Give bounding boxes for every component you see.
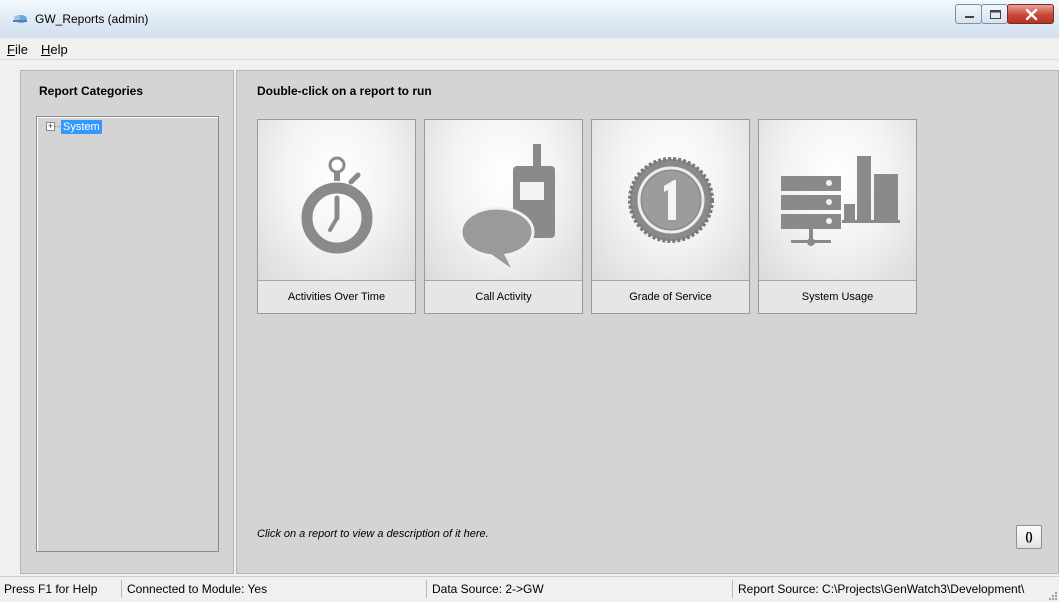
menu-file[interactable]: File bbox=[7, 42, 28, 57]
status-divider bbox=[732, 580, 733, 598]
report-card-label: Activities Over Time bbox=[258, 281, 415, 313]
report-card-image bbox=[425, 120, 582, 281]
title-bar: GW_Reports (admin) bbox=[0, 0, 1059, 39]
status-divider bbox=[426, 580, 427, 598]
status-data-source: Data Source: 2->GW bbox=[432, 582, 544, 596]
stopwatch-icon bbox=[301, 156, 373, 254]
resize-grip-icon[interactable] bbox=[1047, 590, 1057, 600]
menu-bar: File Help bbox=[0, 38, 1059, 60]
status-report-source: Report Source: C:\Projects\GenWatch3\Dev… bbox=[738, 582, 1025, 596]
server-chart-icon bbox=[781, 156, 900, 246]
tree-item-system[interactable]: System bbox=[61, 120, 102, 134]
menu-help[interactable]: Help bbox=[41, 42, 68, 57]
report-card-grade-of-service[interactable]: Grade of Service bbox=[591, 119, 750, 314]
status-divider bbox=[121, 580, 122, 598]
report-description: Click on a report to view a description … bbox=[257, 528, 489, 540]
status-help: Press F1 for Help bbox=[4, 582, 98, 596]
refresh-button[interactable]: () bbox=[1016, 525, 1042, 549]
radio-chat-icon bbox=[459, 144, 555, 268]
report-card-image bbox=[759, 120, 916, 281]
close-icon bbox=[1025, 8, 1038, 21]
window-title: GW_Reports (admin) bbox=[35, 12, 149, 26]
report-card-label: System Usage bbox=[759, 281, 916, 313]
report-card-system-usage[interactable]: System Usage bbox=[758, 119, 917, 314]
maximize-button[interactable] bbox=[981, 4, 1008, 24]
minimize-icon bbox=[965, 16, 974, 18]
report-card-label: Call Activity bbox=[425, 281, 582, 313]
menu-help-label: elp bbox=[50, 42, 68, 57]
report-card-label: Grade of Service bbox=[592, 281, 749, 313]
menu-file-accel: F bbox=[7, 42, 15, 57]
instruction-text: Double-click on a report to run bbox=[257, 84, 432, 98]
maximize-icon bbox=[990, 10, 1001, 19]
minimize-button[interactable] bbox=[955, 4, 982, 24]
status-bar: Press F1 for Help Connected to Module: Y… bbox=[0, 576, 1059, 602]
tree-expand-icon[interactable]: + bbox=[46, 122, 55, 131]
report-card-image bbox=[258, 120, 415, 281]
close-button[interactable] bbox=[1007, 4, 1054, 24]
report-card-call-activity[interactable]: Call Activity bbox=[424, 119, 583, 314]
menu-help-accel: H bbox=[41, 42, 51, 57]
report-card-activities-over-time[interactable]: Activities Over Time bbox=[257, 119, 416, 314]
report-card-image bbox=[592, 120, 749, 281]
category-tree[interactable] bbox=[36, 116, 219, 552]
report-categories-title: Report Categories bbox=[39, 84, 144, 98]
app-icon bbox=[13, 15, 27, 23]
status-connected: Connected to Module: Yes bbox=[127, 582, 268, 596]
menu-file-label: ile bbox=[14, 42, 28, 57]
badge-one-icon bbox=[628, 157, 714, 243]
